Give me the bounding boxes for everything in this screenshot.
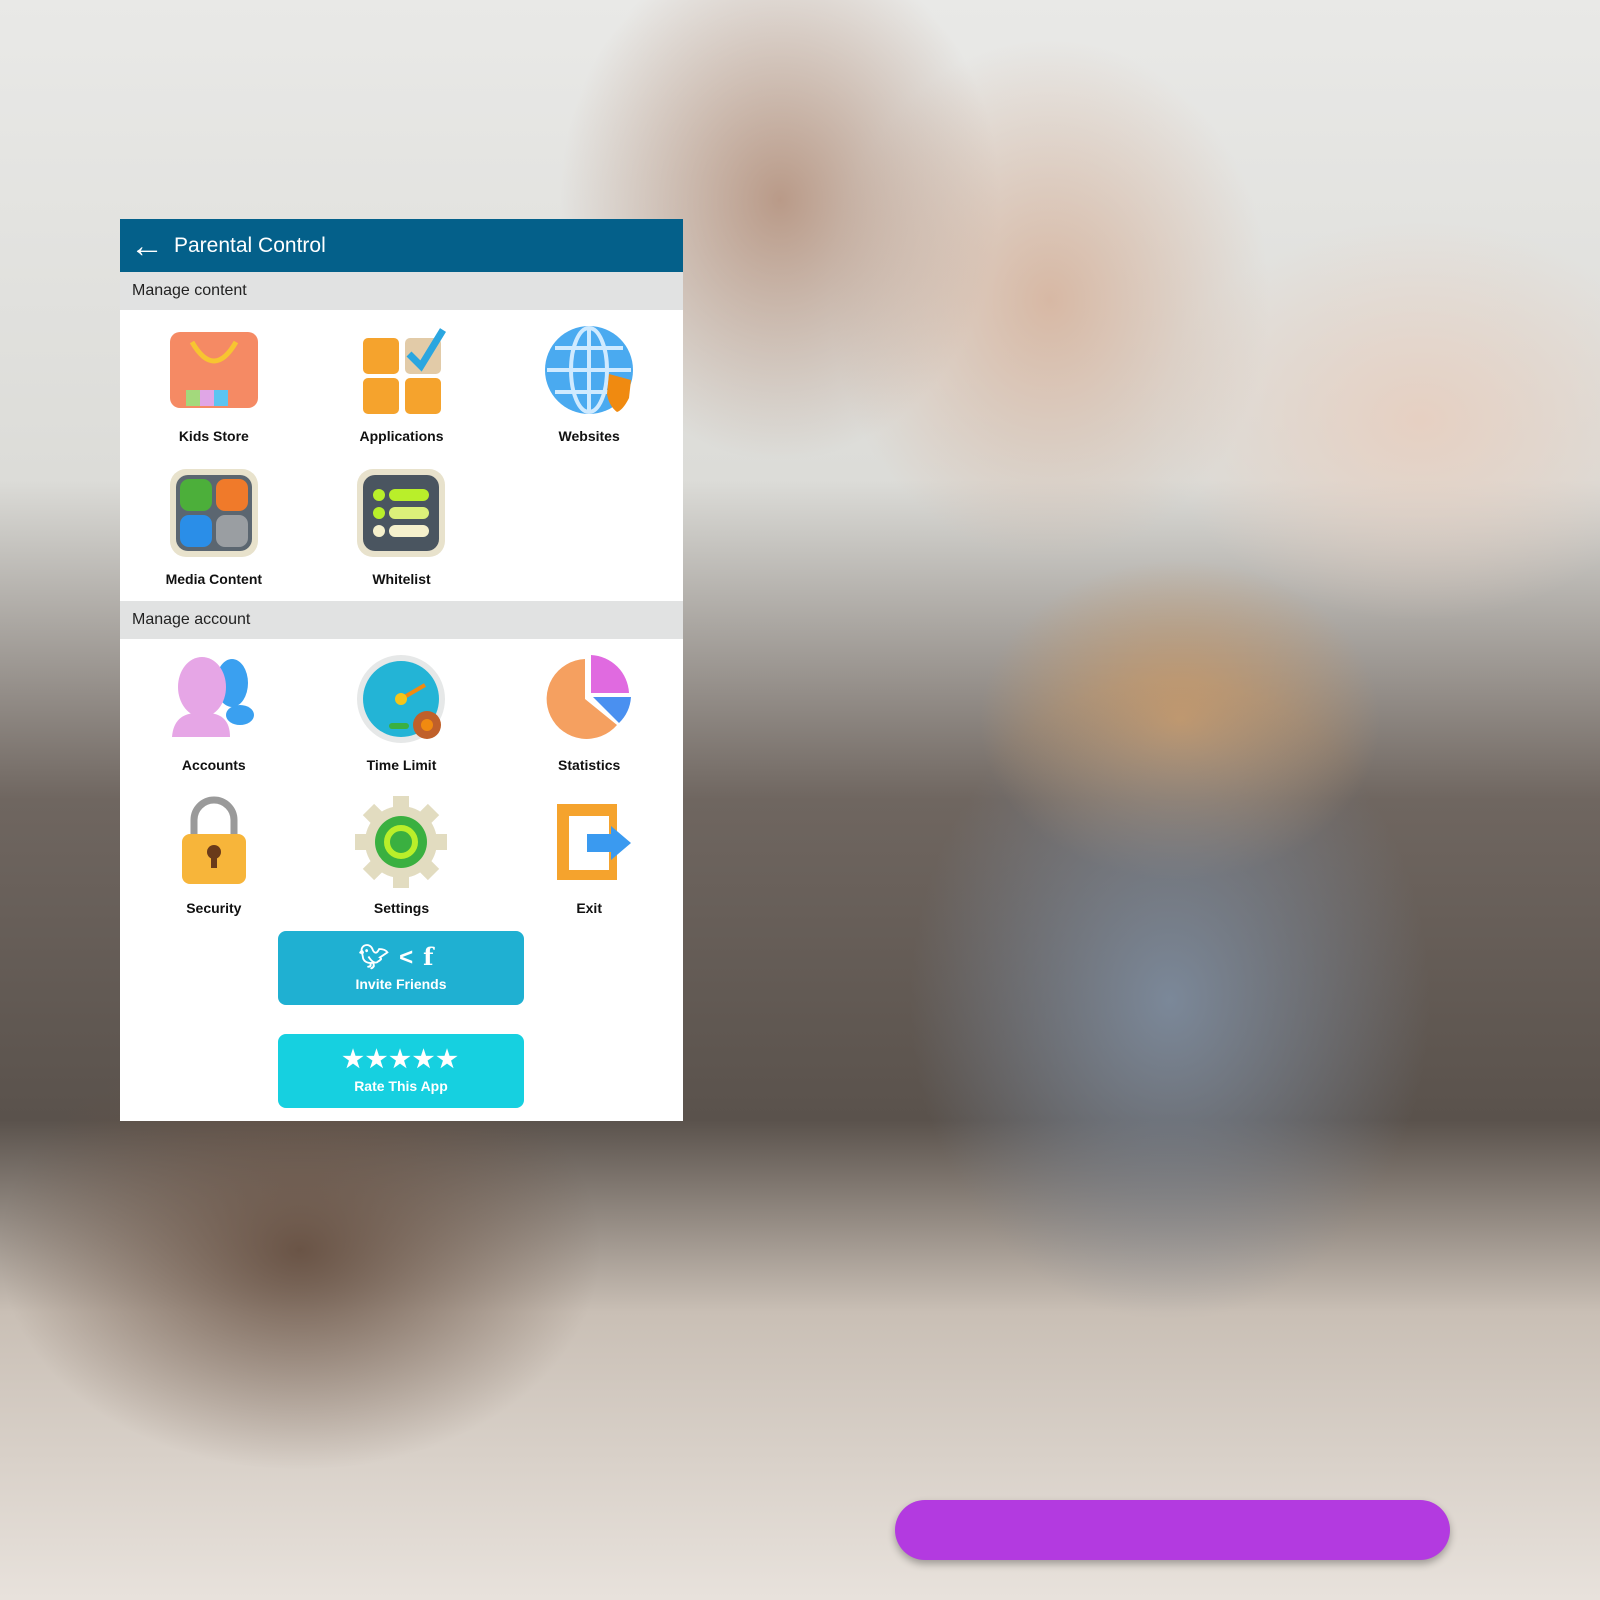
section-header-content: Manage content <box>120 272 683 310</box>
tile-settings[interactable]: Settings <box>308 794 496 937</box>
padlock-icon <box>168 796 260 888</box>
twitter-icon: 🐦︎ <box>358 943 400 971</box>
gear-icon <box>355 796 448 888</box>
app-header: ← Parental Control <box>120 219 683 272</box>
pie-chart-icon <box>543 653 635 745</box>
tile-exit[interactable]: Exit <box>495 794 683 937</box>
tile-whitelist[interactable]: Whitelist <box>308 465 496 608</box>
invite-friends-button[interactable]: 🐦︎<f Invite Friends <box>278 931 524 1005</box>
media-folder-icon <box>168 467 260 559</box>
kids-tablet-photo <box>895 1500 1450 1560</box>
tile-statistics[interactable]: Statistics <box>495 651 683 794</box>
speedometer-lock-icon <box>355 653 447 745</box>
globe-shield-icon <box>543 324 635 416</box>
tile-time-limit[interactable]: Time Limit <box>308 651 496 794</box>
parental-control-panel: ← Parental Control Manage content Kids S… <box>120 219 683 1121</box>
tile-applications[interactable]: Applications <box>308 322 496 465</box>
tile-websites[interactable]: Websites <box>495 322 683 465</box>
tile-security[interactable]: Security <box>120 794 308 937</box>
shopping-bag-icon <box>168 324 260 416</box>
page-title: Parental Control <box>174 233 326 257</box>
users-icon <box>168 653 260 745</box>
exit-door-icon <box>543 796 635 888</box>
facebook-icon: f <box>423 941 444 971</box>
share-icon: < <box>399 943 424 971</box>
tile-accounts[interactable]: Accounts <box>120 651 308 794</box>
apps-checkmark-icon <box>355 324 447 416</box>
tile-kids-store[interactable]: Kids Store <box>120 322 308 465</box>
tile-media-content[interactable]: Media Content <box>120 465 308 608</box>
list-icon <box>355 467 447 559</box>
arrow-left-icon[interactable]: ← <box>120 229 174 263</box>
five-stars-icon: ★★★★★ <box>342 1046 460 1073</box>
rate-app-button[interactable]: ★★★★★ Rate This App <box>278 1034 524 1108</box>
